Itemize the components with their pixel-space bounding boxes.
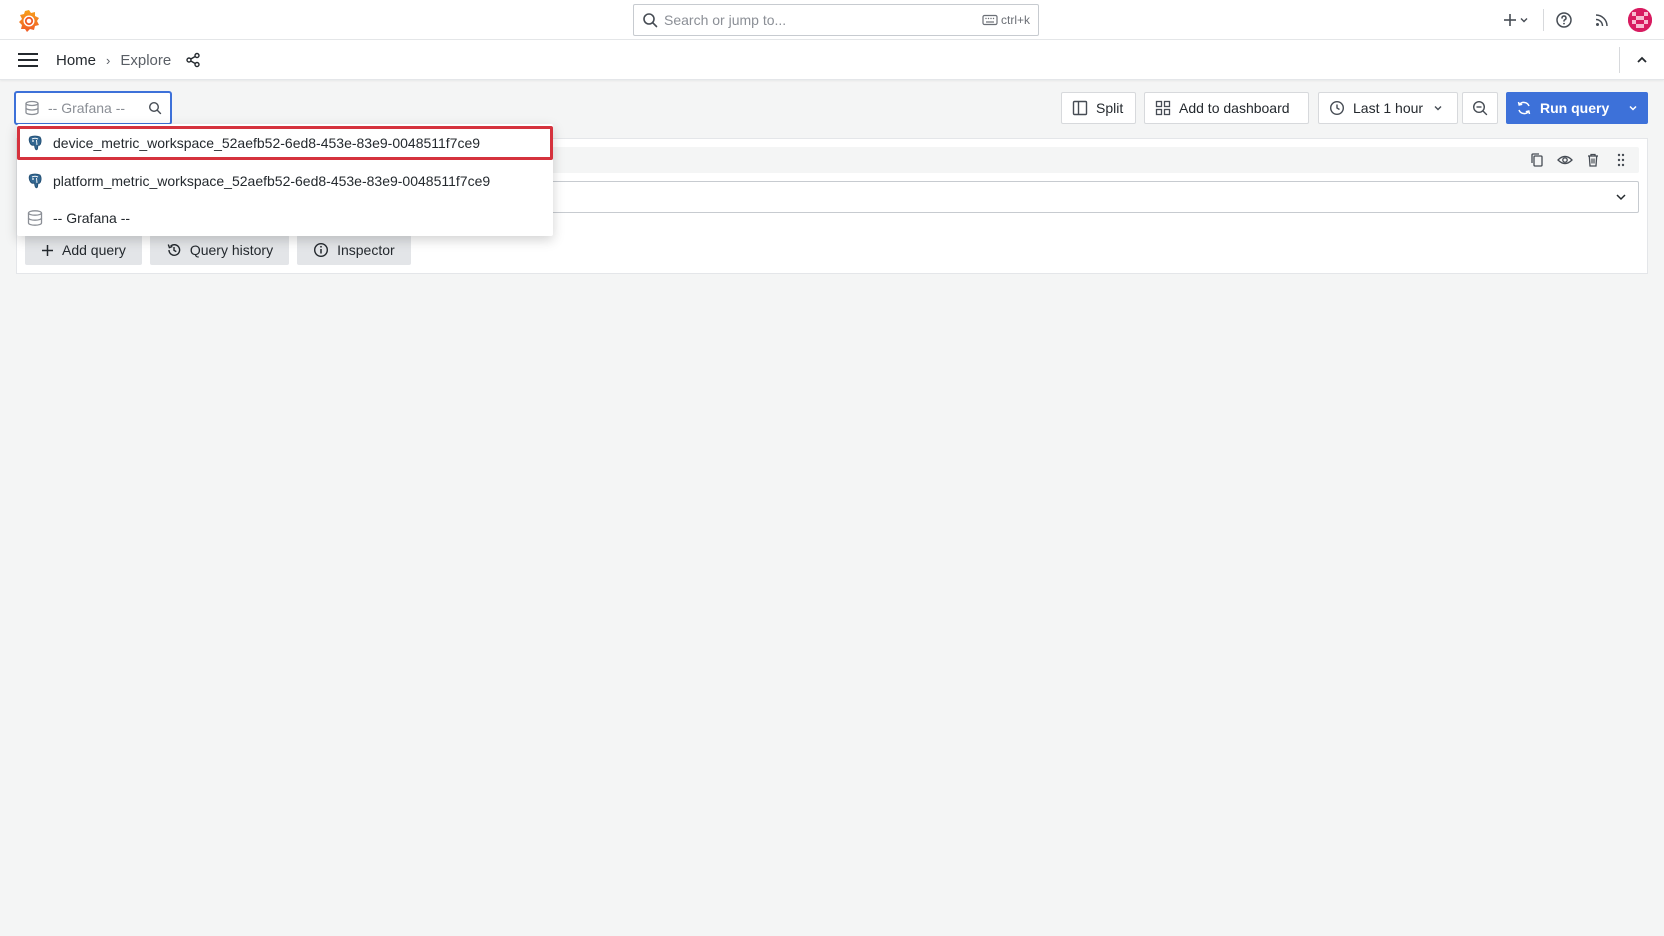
top-bar: Search or jump to... ctrl+k — [0, 0, 1664, 40]
help-icon — [1555, 11, 1573, 29]
breadcrumb: Home › Explore — [56, 40, 201, 80]
columns-icon — [1072, 100, 1088, 116]
search-icon — [148, 101, 162, 115]
duplicate-query-button[interactable] — [1527, 150, 1547, 170]
postgresql-icon — [26, 172, 44, 190]
grafana-logo-icon[interactable] — [16, 8, 42, 34]
drag-handle-icon — [1617, 153, 1625, 167]
add-query-button[interactable]: Add query — [25, 235, 142, 265]
new-menu-button[interactable] — [1497, 13, 1535, 27]
history-icon — [166, 242, 182, 258]
plus-icon — [41, 244, 54, 257]
clock-icon — [1329, 100, 1345, 116]
datasource-option[interactable]: platform_metric_workspace_52aefb52-6ed8-… — [17, 164, 553, 198]
share-button[interactable] — [185, 52, 201, 68]
avatar — [1628, 8, 1652, 32]
chevron-down-icon — [1614, 190, 1628, 204]
sync-icon — [1516, 100, 1532, 116]
info-icon — [313, 242, 329, 258]
chevron-down-icon — [1519, 15, 1529, 25]
zoom-out-icon — [1472, 100, 1488, 116]
profile-button[interactable] — [1620, 8, 1660, 32]
search-input[interactable]: Search or jump to... ctrl+k — [633, 4, 1039, 36]
breadcrumb-home[interactable]: Home — [56, 52, 96, 69]
plus-icon — [1503, 13, 1517, 27]
datasource-picker-input[interactable]: -- Grafana -- — [14, 91, 172, 125]
split-label: Split — [1096, 100, 1124, 116]
breadcrumb-separator: › — [106, 52, 111, 68]
remove-query-button[interactable] — [1583, 150, 1603, 170]
search-placeholder: Search or jump to... — [664, 12, 787, 28]
split-button[interactable]: Split — [1061, 92, 1136, 124]
database-icon — [26, 209, 44, 227]
chevron-down-icon — [1629, 105, 1637, 111]
postgresql-icon — [26, 134, 44, 152]
breadcrumb-bar: Home › Explore — [0, 40, 1664, 80]
time-range-picker[interactable]: Last 1 hour — [1318, 92, 1458, 124]
menu-toggle-button[interactable] — [17, 51, 39, 69]
navbar-right — [1619, 40, 1664, 80]
chevron-up-icon — [1637, 56, 1647, 63]
datasource-option[interactable]: device_metric_workspace_52aefb52-6ed8-45… — [17, 126, 553, 160]
share-icon — [186, 52, 200, 68]
hamburger-icon — [18, 53, 38, 67]
database-icon — [24, 100, 40, 116]
trash-icon — [1588, 153, 1598, 167]
copy-icon — [1531, 153, 1543, 167]
search-shortcut-text: ctrl+k — [1000, 13, 1030, 27]
help-button[interactable] — [1544, 11, 1584, 29]
chevron-down-icon — [1433, 103, 1443, 113]
datasource-option-label: device_metric_workspace_52aefb52-6ed8-45… — [53, 135, 481, 151]
query-row-actions — [1527, 150, 1631, 170]
search-shortcut: ctrl+k — [982, 13, 1030, 27]
run-query-button[interactable]: Run query — [1506, 92, 1648, 124]
search-icon — [642, 12, 658, 28]
datasource-dropdown: device_metric_workspace_52aefb52-6ed8-45… — [17, 124, 553, 236]
time-range-label: Last 1 hour — [1353, 100, 1424, 116]
query-history-button[interactable]: Query history — [149, 235, 290, 265]
news-button[interactable] — [1584, 12, 1620, 28]
datasource-option[interactable]: -- Grafana -- — [17, 201, 553, 235]
collapse-header-button[interactable] — [1620, 53, 1664, 67]
rss-icon — [1594, 12, 1610, 28]
run-query-label: Run query — [1540, 100, 1610, 116]
datasource-option-label: platform_metric_workspace_52aefb52-6ed8-… — [53, 173, 491, 189]
run-query-main[interactable]: Run query — [1506, 100, 1618, 116]
query-actions-row: Add query Query history Inspector — [25, 235, 411, 265]
drag-handle[interactable] — [1611, 150, 1631, 170]
add-to-dashboard-button[interactable]: Add to dashboard — [1144, 92, 1309, 124]
keyboard-icon — [982, 14, 998, 26]
apps-icon — [1155, 100, 1171, 116]
hide-query-button[interactable] — [1555, 150, 1575, 170]
add-to-dashboard-label: Add to dashboard — [1179, 100, 1290, 116]
inspector-button[interactable]: Inspector — [297, 235, 411, 265]
inspector-label: Inspector — [337, 242, 395, 258]
breadcrumb-explore: Explore — [120, 51, 172, 69]
datasource-option-label: -- Grafana -- — [53, 210, 131, 226]
zoom-out-button[interactable] — [1462, 92, 1498, 124]
topbar-actions — [1497, 0, 1664, 40]
datasource-placeholder: -- Grafana -- — [48, 100, 126, 116]
add-query-label: Add query — [62, 242, 126, 258]
eye-icon — [1557, 155, 1573, 165]
query-history-label: Query history — [189, 242, 274, 258]
run-query-options-button[interactable] — [1618, 103, 1648, 113]
